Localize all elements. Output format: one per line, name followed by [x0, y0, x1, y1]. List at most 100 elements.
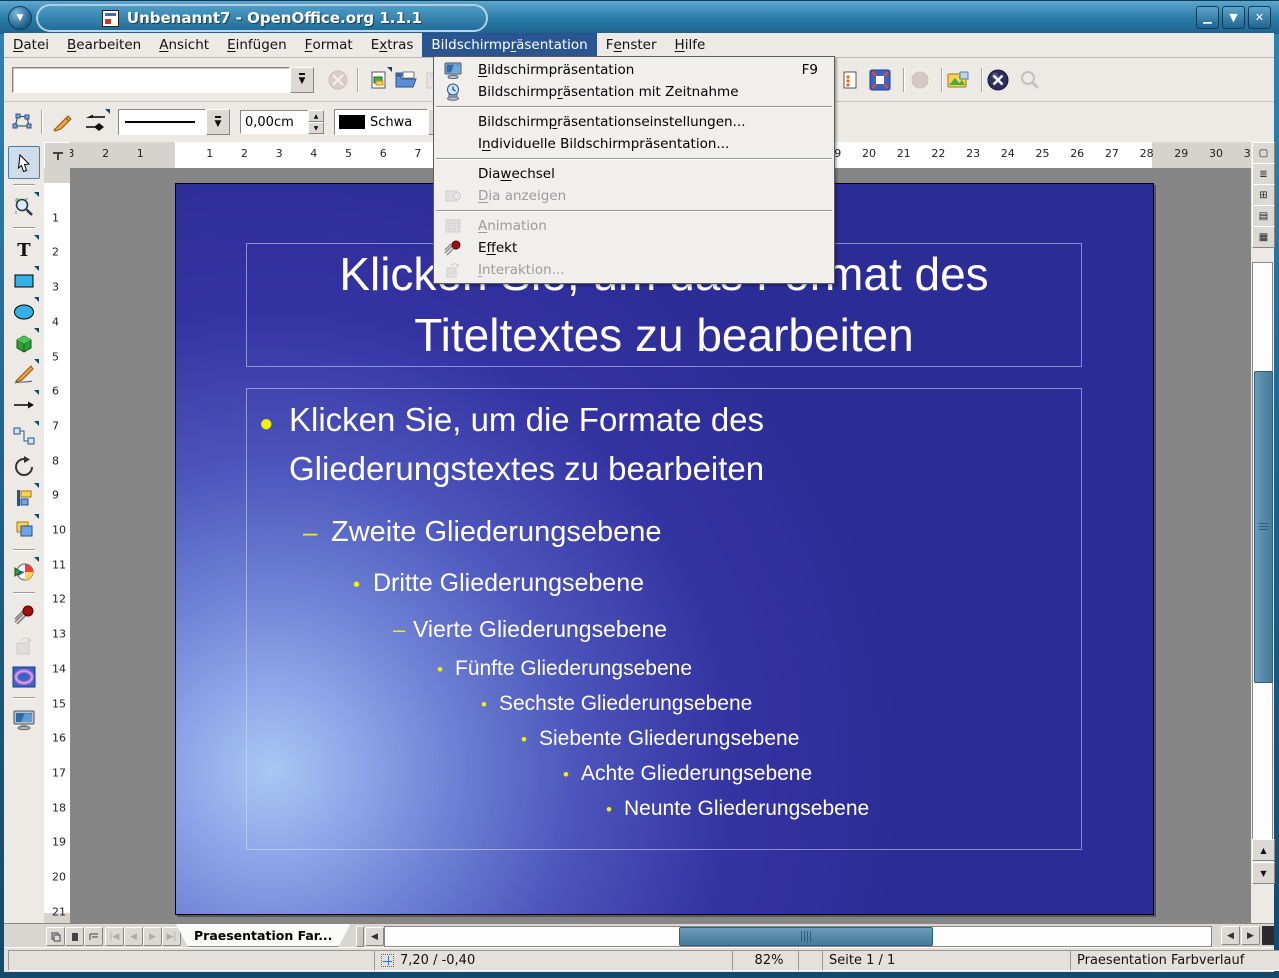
ruler-origin-box[interactable]: [44, 142, 72, 170]
menu-separator: [434, 207, 834, 215]
main-toolbar: T: [4, 142, 45, 924]
line-style-field[interactable]: [118, 109, 206, 135]
select-tool-button[interactable]: [8, 146, 40, 179]
slide-tab[interactable]: Praesentation Far...: [176, 924, 350, 947]
effects-tool-button[interactable]: [9, 599, 39, 630]
status-zoom-cell[interactable]: 82%: [732, 950, 806, 971]
3d-controller-button[interactable]: [9, 661, 39, 692]
slides-view-button[interactable]: ⊞: [1252, 184, 1275, 206]
previous-slide-button[interactable]: ◀: [124, 927, 143, 946]
vruler-number: 13: [52, 628, 66, 641]
menu-hilfe[interactable]: Hilfe: [666, 33, 715, 57]
connector-tool-button[interactable]: [9, 420, 39, 451]
menu-item-dia-anzeigen: Dia anzeigen: [434, 185, 834, 207]
open-document-icon[interactable]: [392, 66, 420, 94]
horizontal-scroll-track[interactable]: [384, 926, 1212, 947]
close-button[interactable]: ✕: [1248, 6, 1271, 29]
vertical-scroll-thumb[interactable]: [1254, 371, 1273, 683]
last-slide-button[interactable]: ▶|: [162, 927, 181, 946]
next-slide-button[interactable]: ▶: [143, 927, 162, 946]
tab-splitter[interactable]: [356, 926, 364, 947]
edit-points-icon[interactable]: [8, 108, 36, 136]
pen-icon[interactable]: [48, 108, 76, 136]
url-input[interactable]: [12, 67, 290, 93]
zoom-tool-button[interactable]: [9, 191, 39, 222]
rectangle-tool-button[interactable]: [9, 265, 39, 296]
vruler-number: 11: [52, 558, 66, 571]
edit-file-icon[interactable]: [836, 66, 864, 94]
scroll-up-button[interactable]: ▲: [1252, 839, 1275, 861]
page-mode-button[interactable]: [46, 927, 65, 946]
hscroll-left-button-2[interactable]: ◀: [1221, 926, 1240, 945]
horizontal-scroll-thumb[interactable]: [679, 927, 933, 946]
menu-format[interactable]: Format: [296, 33, 362, 57]
3d-objects-tool-button[interactable]: [9, 327, 39, 358]
scroll-down-button[interactable]: ▼: [1252, 862, 1275, 884]
vruler-number: 21: [52, 905, 66, 918]
insert-object-button[interactable]: [9, 556, 39, 587]
vruler-number: 12: [52, 593, 66, 606]
outline-placeholder[interactable]: ●Klicken Sie, um die Formate des Glieder…: [246, 388, 1082, 850]
menu-item-bildschirmpraesentation[interactable]: Bildschirmpräsentation F9: [434, 59, 834, 81]
alignment-tool-button[interactable]: [9, 482, 39, 513]
first-slide-button[interactable]: |◀: [105, 927, 124, 946]
arrow-style-icon[interactable]: [82, 108, 110, 136]
template-name: Praesentation Farbverlauf: [1077, 953, 1244, 968]
outline-level-1: ●Klicken Sie, um die Formate des Glieder…: [247, 395, 1081, 493]
line-style-dropdown-button[interactable]: ▼: [206, 109, 230, 135]
outline-level-5: •Fünfte Gliederungsebene: [247, 654, 1081, 685]
master-mode-button[interactable]: [65, 927, 84, 946]
line-width-input[interactable]: [240, 110, 308, 134]
maximize-button[interactable]: ▼: [1222, 6, 1245, 29]
menu-item-zeitnahme[interactable]: Bildschirmpräsentation mit Zeitnahme: [434, 81, 834, 103]
layer-mode-button[interactable]: [84, 927, 103, 946]
menu-item-individuelle[interactable]: Individuelle Bildschirmpräsentation...: [434, 133, 834, 155]
vertical-ruler[interactable]: 123456789101112131415161718192021: [44, 168, 71, 924]
hscroll-right-button[interactable]: ▶: [1241, 926, 1260, 945]
hruler-number: 6: [380, 147, 387, 160]
menu-fenster[interactable]: Fenster: [597, 33, 666, 57]
text-tool-button[interactable]: T: [9, 234, 39, 265]
line-color-field[interactable]: Schwa: [334, 109, 428, 135]
menu-item-animation: Animation: [434, 215, 834, 237]
presentation-button[interactable]: [9, 704, 39, 735]
arrange-tool-button[interactable]: [9, 513, 39, 544]
status-page-cell: Seite 1 / 1: [822, 950, 1078, 971]
curve-tool-button[interactable]: [9, 358, 39, 389]
bullet-icon: •: [481, 690, 499, 720]
presentation-icon: [444, 61, 462, 79]
svg-text:T: T: [17, 240, 31, 261]
url-dropdown-button[interactable]: ▼: [290, 67, 314, 93]
line-width-up-button[interactable]: ▲: [308, 110, 324, 122]
menu-item-einstellungen[interactable]: Bildschirmpräsentationseinstellungen...: [434, 111, 834, 133]
title-bar: ▼ Unbenannt7 - OpenOffice.org 1.1.1 ▁ ▼ …: [0, 0, 1279, 34]
ellipse-tool-button[interactable]: [9, 296, 39, 327]
hscroll-left-button[interactable]: ◀: [365, 927, 384, 946]
gallery-icon[interactable]: [944, 66, 972, 94]
outline-view-button[interactable]: ≣: [1252, 163, 1275, 185]
handout-view-button[interactable]: ▦: [1252, 226, 1275, 248]
lines-arrows-tool-button[interactable]: [9, 389, 39, 420]
menu-item-diawechsel[interactable]: Diawechsel: [434, 163, 834, 185]
navigator-icon[interactable]: [984, 66, 1012, 94]
menu-datei[interactable]: Datei: [4, 33, 58, 57]
menu-einfuegen[interactable]: Einfügen: [218, 33, 296, 57]
menu-item-interaktion: Interaktion...: [434, 259, 834, 281]
interaction-icon: [444, 261, 462, 279]
line-width-down-button[interactable]: ▼: [308, 122, 324, 134]
new-document-icon[interactable]: [364, 66, 392, 94]
zoom-page-icon[interactable]: [866, 66, 894, 94]
menu-extras[interactable]: Extras: [362, 33, 423, 57]
vertical-scroll-track[interactable]: [1252, 262, 1273, 840]
rotate-tool-button[interactable]: [9, 451, 39, 482]
menu-ansicht[interactable]: Ansicht: [150, 33, 218, 57]
drawing-view-button[interactable]: ▢: [1252, 142, 1275, 164]
menu-bildschirmpraesentation[interactable]: Bildschirmpräsentation: [422, 33, 596, 57]
menu-bearbeiten[interactable]: Bearbeiten: [58, 33, 150, 57]
menu-item-effekt[interactable]: Effekt: [434, 237, 834, 259]
minimize-button[interactable]: ▁: [1196, 6, 1219, 29]
notes-view-button[interactable]: ▤: [1252, 205, 1275, 227]
url-combo: ▼: [12, 67, 314, 93]
slide-page[interactable]: Klicken Sie, um das Format des Titeltext…: [175, 183, 1154, 915]
window-menu-button[interactable]: ▼: [8, 6, 32, 30]
